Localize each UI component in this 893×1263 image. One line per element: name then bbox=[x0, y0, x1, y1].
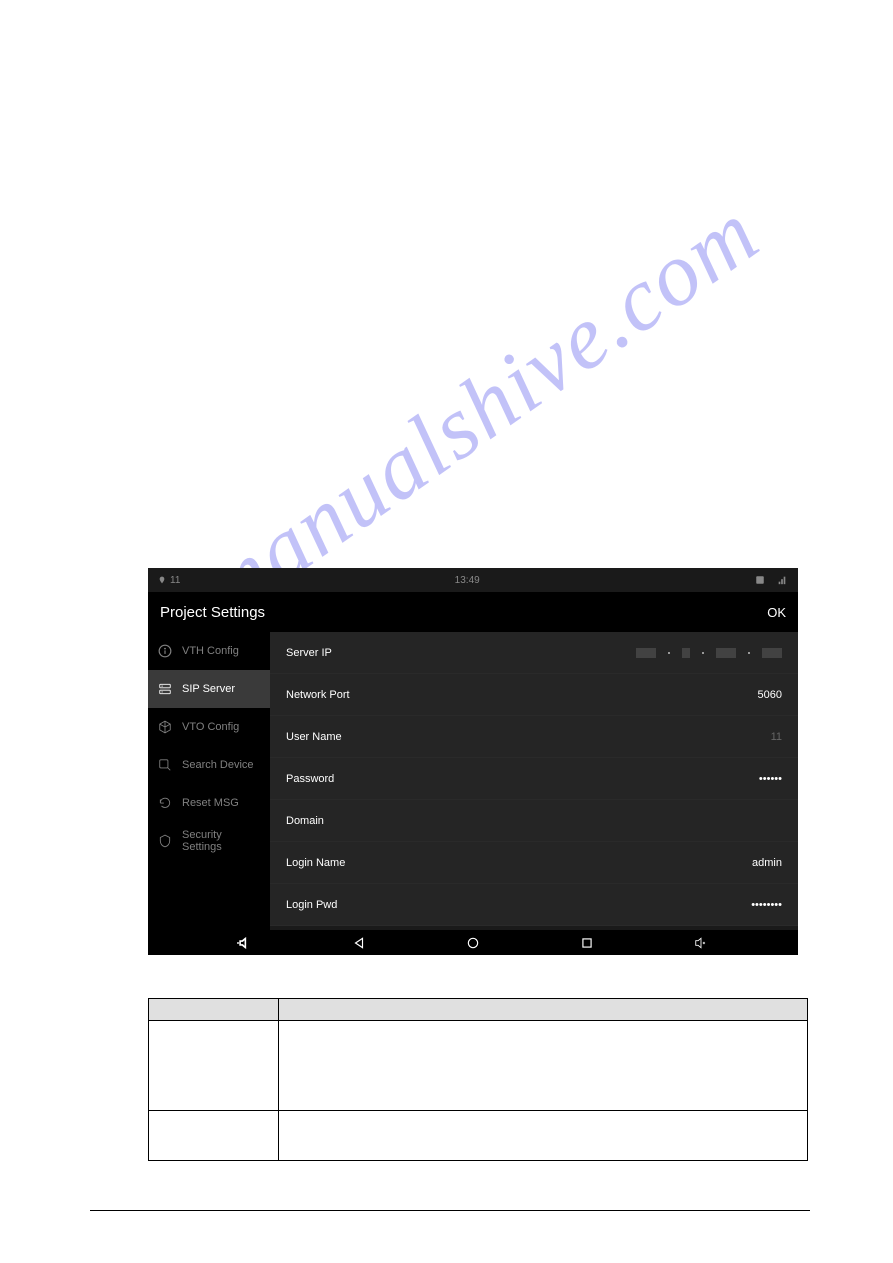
form-label: Network Port bbox=[286, 689, 350, 701]
ip-segment bbox=[636, 648, 656, 658]
form-row-login-pwd[interactable]: Login Pwd •••••••• bbox=[270, 884, 798, 926]
table-row bbox=[149, 1111, 808, 1161]
ip-input[interactable] bbox=[636, 648, 782, 658]
sidebar: VTH Config SIP Server VTO Config bbox=[148, 632, 270, 930]
status-left: 11 bbox=[158, 575, 180, 586]
form-label: Login Name bbox=[286, 857, 345, 869]
sidebar-item-vto-config[interactable]: VTO Config bbox=[148, 708, 270, 746]
sidebar-item-label: Search Device bbox=[182, 759, 254, 771]
sidebar-item-label: SIP Server bbox=[182, 683, 235, 695]
search-icon bbox=[158, 758, 172, 772]
location-pin-icon bbox=[158, 575, 166, 585]
ip-dot bbox=[748, 652, 750, 654]
form-row-user-name[interactable]: User Name 11 bbox=[270, 716, 798, 758]
shield-icon bbox=[158, 834, 172, 848]
ip-segment bbox=[716, 648, 736, 658]
form-label: User Name bbox=[286, 731, 342, 743]
nav-bar bbox=[148, 930, 798, 955]
nav-recent-button[interactable] bbox=[572, 934, 602, 952]
server-icon bbox=[158, 682, 172, 696]
status-location: 11 bbox=[170, 575, 180, 586]
network-icon bbox=[776, 575, 788, 585]
form-value: admin bbox=[752, 857, 782, 869]
form-label: Password bbox=[286, 773, 334, 785]
recent-icon bbox=[580, 936, 594, 950]
footer-line bbox=[90, 1210, 810, 1211]
form-row-domain[interactable]: Domain bbox=[270, 800, 798, 842]
sidebar-item-label: Security Settings bbox=[182, 829, 260, 853]
parameter-table bbox=[148, 998, 808, 1161]
header: Project Settings OK bbox=[148, 592, 798, 632]
sidebar-item-label: VTH Config bbox=[182, 645, 239, 657]
refresh-icon bbox=[158, 796, 172, 810]
ip-segment bbox=[762, 648, 782, 658]
form-panel: Server IP Network Port 5060 User Name bbox=[270, 632, 798, 930]
form-label: Login Pwd bbox=[286, 899, 337, 911]
sidebar-item-security-settings[interactable]: Security Settings bbox=[148, 822, 270, 860]
ok-button[interactable]: OK bbox=[767, 605, 786, 620]
ip-dot bbox=[702, 652, 704, 654]
nav-back-button[interactable] bbox=[344, 934, 374, 952]
nav-volume-up-button[interactable] bbox=[686, 934, 716, 952]
form-label: Server IP bbox=[286, 647, 332, 659]
form-value: •••••• bbox=[759, 773, 782, 785]
volume-down-icon bbox=[237, 936, 253, 950]
table-header-cell bbox=[279, 999, 808, 1021]
table-row bbox=[149, 1021, 808, 1111]
sidebar-item-vth-config[interactable]: VTH Config bbox=[148, 632, 270, 670]
nav-home-button[interactable] bbox=[458, 934, 488, 952]
form-value: 11 bbox=[771, 731, 782, 743]
table-cell bbox=[149, 1021, 279, 1111]
table-header-cell bbox=[149, 999, 279, 1021]
sidebar-item-label: VTO Config bbox=[182, 721, 239, 733]
sidebar-item-sip-server[interactable]: SIP Server bbox=[148, 670, 270, 708]
form-row-network-port[interactable]: Network Port 5060 bbox=[270, 674, 798, 716]
status-bar: 11 13:49 bbox=[148, 568, 798, 592]
ip-dot bbox=[668, 652, 670, 654]
home-icon bbox=[466, 936, 480, 950]
table-header-row bbox=[149, 999, 808, 1021]
table-cell bbox=[279, 1021, 808, 1111]
status-time: 13:49 bbox=[455, 575, 480, 586]
table-cell bbox=[149, 1111, 279, 1161]
ip-segment bbox=[682, 648, 690, 658]
form-label: Domain bbox=[286, 815, 324, 827]
back-icon bbox=[352, 936, 366, 950]
table-cell bbox=[279, 1111, 808, 1161]
sidebar-item-search-device[interactable]: Search Device bbox=[148, 746, 270, 784]
form-row-password[interactable]: Password •••••• bbox=[270, 758, 798, 800]
status-right bbox=[754, 575, 788, 585]
cube-icon bbox=[158, 720, 172, 734]
device-screenshot: 11 13:49 Project Settings OK bbox=[148, 568, 798, 955]
page-title: Project Settings bbox=[160, 604, 265, 621]
nav-volume-down-button[interactable] bbox=[230, 934, 260, 952]
form-row-login-name[interactable]: Login Name admin bbox=[270, 842, 798, 884]
sidebar-item-label: Reset MSG bbox=[182, 797, 239, 809]
info-icon bbox=[158, 644, 172, 658]
volume-up-icon bbox=[693, 936, 709, 950]
form-value: •••••••• bbox=[751, 899, 782, 911]
form-row-server-ip[interactable]: Server IP bbox=[270, 632, 798, 674]
main-content: VTH Config SIP Server VTO Config bbox=[148, 632, 798, 930]
save-icon bbox=[754, 575, 766, 585]
sidebar-item-reset-msg[interactable]: Reset MSG bbox=[148, 784, 270, 822]
form-value: 5060 bbox=[758, 689, 782, 701]
